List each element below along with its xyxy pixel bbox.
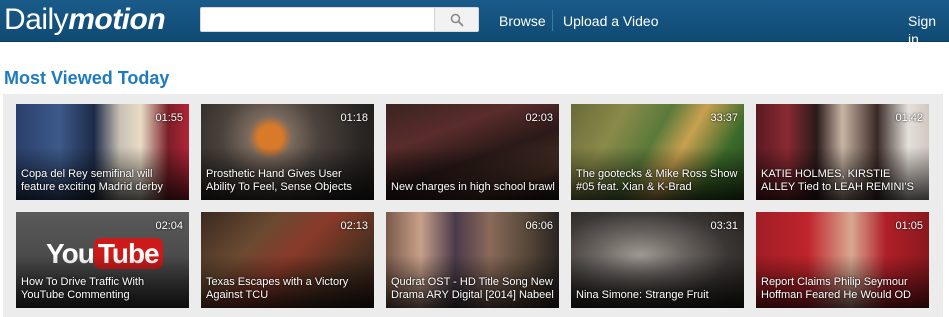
video-card[interactable]: 01:05 Report Claims Philip Seymour Hoffm… (756, 212, 929, 308)
video-title[interactable]: Report Claims Philip Seymour Hoffman Fea… (761, 276, 925, 302)
logo-text-bold: motion (68, 3, 166, 36)
video-title[interactable]: Nina Simone: Strange Fruit (576, 289, 740, 302)
video-title[interactable]: Qudrat OST - HD Title Song New Drama ARY… (391, 276, 555, 302)
video-card[interactable]: 02:03 New charges in high school brawl (386, 104, 559, 200)
video-title[interactable]: Prosthetic Hand Gives User Ability To Fe… (206, 168, 370, 194)
video-duration: 02:03 (525, 112, 553, 124)
video-title[interactable]: KATIE HOLMES, KIRSTIE ALLEY Tied to LEAH… (761, 168, 925, 194)
search-button[interactable] (434, 8, 478, 31)
video-title[interactable]: Copa del Rey semifinal will feature exci… (21, 168, 185, 194)
video-title[interactable]: How To Drive Traffic With YouTube Commen… (21, 276, 185, 302)
video-title[interactable]: Texas Escapes with a Victory Against TCU (206, 276, 370, 302)
video-duration: 01:18 (340, 112, 368, 124)
video-card[interactable]: 33:37 The gootecks & Mike Ross Show #05 … (571, 104, 744, 200)
section-title: Most Viewed Today (4, 68, 170, 88)
sign-in-link[interactable]: Sign in (908, 12, 949, 48)
video-duration: 01:55 (155, 112, 183, 124)
video-duration: 06:06 (525, 220, 553, 232)
video-grid: 01:55 Copa del Rey semifinal will featur… (16, 104, 936, 308)
video-duration: 33:37 (710, 112, 738, 124)
top-navigation-bar: Dailymotion Browse Upload a Video Sign i… (0, 0, 949, 47)
video-duration: 02:13 (340, 220, 368, 232)
video-card[interactable]: 06:06 Qudrat OST - HD Title Song New Dra… (386, 212, 559, 308)
search-input[interactable] (201, 8, 434, 31)
magnifier-icon (450, 13, 463, 26)
video-duration: 01:42 (895, 112, 923, 124)
video-duration: 02:04 (155, 220, 183, 232)
video-title[interactable]: New charges in high school brawl (391, 181, 555, 194)
upload-video-link[interactable]: Upload a Video (563, 12, 658, 30)
logo-text-light: Daily (4, 3, 69, 36)
video-card[interactable]: 01:18 Prosthetic Hand Gives User Ability… (201, 104, 374, 200)
video-card[interactable]: 03:31 Nina Simone: Strange Fruit (571, 212, 744, 308)
video-duration: 01:05 (895, 220, 923, 232)
browse-link[interactable]: Browse (499, 12, 546, 30)
video-card[interactable]: 02:13 Texas Escapes with a Victory Again… (201, 212, 374, 308)
video-duration: 03:31 (710, 220, 738, 232)
video-card[interactable]: 01:55 Copa del Rey semifinal will featur… (16, 104, 189, 200)
dailymotion-logo[interactable]: Dailymotion (4, 2, 166, 38)
video-title[interactable]: The gootecks & Mike Ross Show #05 feat. … (576, 168, 740, 194)
video-card[interactable]: 01:42 KATIE HOLMES, KIRSTIE ALLEY Tied t… (756, 104, 929, 200)
nav-divider (552, 10, 553, 31)
search-box (200, 7, 479, 32)
video-card[interactable]: You Tube 02:04 How To Drive Traffic With … (16, 212, 189, 308)
